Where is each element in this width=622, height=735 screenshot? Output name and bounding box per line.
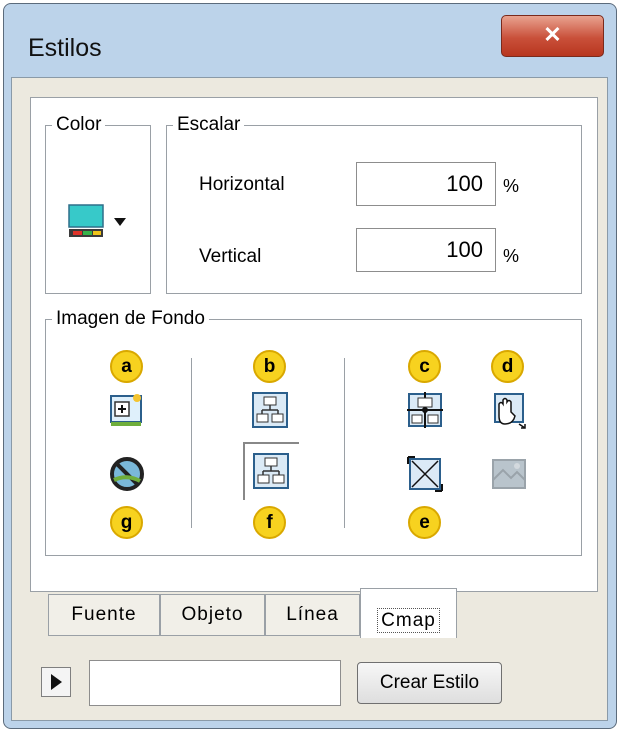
style-name-input[interactable] [89,660,341,706]
scale-group-legend: Escalar [177,114,241,135]
layout-tiled-icon [253,453,289,489]
divider-1 [191,358,192,528]
horizontal-label: Horizontal [199,174,285,195]
badge-b: b [253,350,286,383]
image-disabled-icon [492,459,526,489]
tab-cmap[interactable]: Cmap [360,588,457,638]
tab-objeto[interactable]: Objeto [160,594,265,636]
color-group-legend: Color [56,114,102,135]
vertical-unit: % [503,246,520,266]
center-image-icon[interactable] [405,390,445,430]
layout-icon[interactable] [250,390,290,430]
layout-tiled-button[interactable] [243,442,299,500]
badge-d: d [491,350,524,383]
fit-image-icon[interactable] [405,454,445,494]
expand-button[interactable] [41,667,71,697]
horizontal-unit: % [503,176,520,196]
color-picker-icon [68,204,104,237]
scale-image-icon[interactable] [489,390,529,430]
badge-a: a [110,350,143,383]
background-group-legend: Imagen de Fondo [56,308,205,329]
tab-fuente[interactable]: Fuente [48,594,160,636]
vertical-scale-input[interactable] [356,228,496,272]
add-image-icon[interactable] [107,390,147,430]
horizontal-scale-input[interactable] [356,162,496,206]
create-style-button[interactable]: Crear Estilo [357,662,502,704]
tab-linea[interactable]: Línea [265,594,360,636]
badge-g: g [110,506,143,539]
vertical-label: Vertical [199,246,262,267]
badge-e: e [408,506,441,539]
badge-f: f [253,506,286,539]
cmap-tab-panel: Color Escalar Horizontal % Vertical % Im… [30,97,598,592]
window-title: Estilos [28,34,102,62]
close-button[interactable]: ✕ [501,15,604,57]
dropdown-arrow-icon [114,218,126,226]
divider-2 [344,358,345,528]
badge-c: c [408,350,441,383]
no-image-icon[interactable] [107,454,147,494]
tab-cmap-label: Cmap [377,608,440,633]
color-picker-button[interactable] [67,202,131,244]
